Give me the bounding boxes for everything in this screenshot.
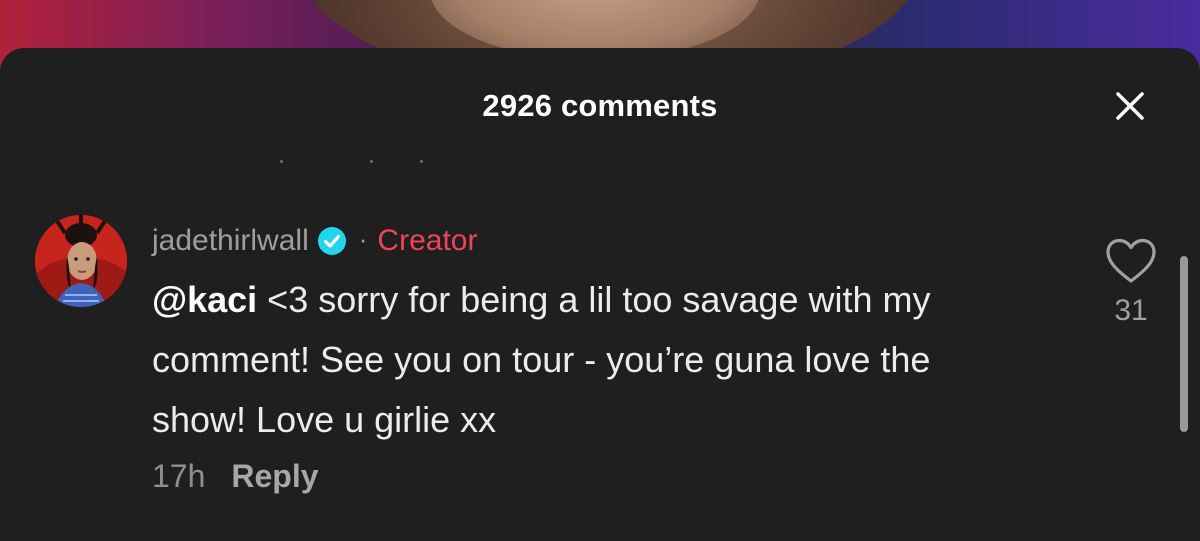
like-container: 31 [1099,236,1163,328]
like-button[interactable] [1103,236,1159,286]
verified-badge-icon [317,227,346,255]
comment-meta: jadethirlwall · Creator [152,220,1052,262]
close-button[interactable] [1110,86,1150,126]
like-count: 31 [1114,294,1148,327]
comment: jadethirlwall · Creator @kaci <3 sorry f… [152,220,1052,498]
comment-username[interactable]: jadethirlwall [152,224,309,258]
comment-text: @kaci <3 sorry for being a lil too savag… [152,270,1032,450]
comment-footer: 17h Reply [152,454,1052,498]
meta-separator: · [358,223,368,254]
comments-count-title: 2926 comments [482,88,718,123]
heart-outline-icon [1106,238,1156,283]
reply-button[interactable]: Reply [231,458,318,495]
avatar[interactable] [35,215,127,307]
comment-body: <3 sorry for being a lil too savage with… [152,279,931,440]
mention-link[interactable]: @kaci [152,279,257,320]
truncated-previous-comment [270,160,440,166]
scrollbar[interactable] [1180,256,1188,432]
comments-sheet: 2926 comments jadethirlwall · Creator @k… [0,48,1200,541]
avatar-image [35,215,127,307]
creator-label: Creator [377,224,478,257]
comment-timestamp: 17h [152,457,206,494]
close-icon [1116,92,1144,120]
